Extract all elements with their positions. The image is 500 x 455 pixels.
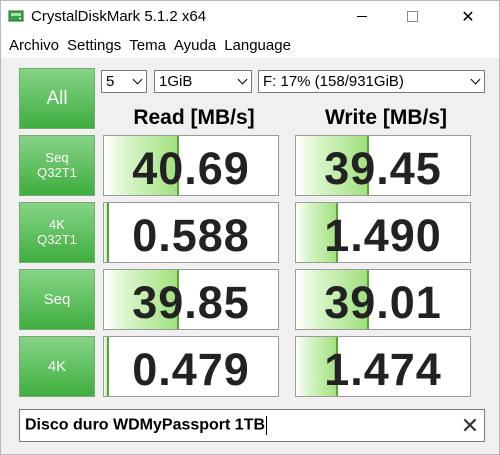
write-header: Write [MB/s] [324, 106, 448, 129]
window-title: CrystalDiskMark 5.1.2 x64 [31, 8, 207, 25]
read-result-seq: 39.85 [103, 269, 279, 330]
maximize-button[interactable] [389, 1, 435, 32]
4k-button[interactable]: 4K [19, 336, 95, 397]
run-all-button[interactable]: All [19, 68, 95, 129]
test-count-value: 5 [106, 73, 115, 90]
test-size-value: 1GiB [159, 73, 193, 90]
write-result-4k: 1.474 [295, 336, 471, 397]
test-size-select[interactable]: 1GiB [154, 70, 252, 93]
read-value: 0.479 [132, 344, 250, 395]
minimize-icon [357, 16, 367, 17]
drive-select[interactable]: F: 17% (158/931GiB) [258, 70, 485, 93]
menu-language[interactable]: Language [220, 37, 295, 54]
disk-icon [8, 10, 24, 22]
chevron-down-icon [466, 71, 484, 92]
read-result-4k-q32t1: 0.588 [103, 202, 279, 263]
minimize-button[interactable] [339, 1, 385, 32]
chevron-down-icon [233, 71, 251, 92]
write-value: 1.474 [324, 344, 442, 395]
write-value: 1.490 [324, 210, 442, 261]
drive-value: F: 17% (158/931GiB) [263, 73, 404, 90]
test-label-line2: Q32T1 [37, 231, 77, 247]
test-label-line1: 4K [47, 357, 67, 375]
read-header: Read [MB/s] [133, 106, 255, 129]
test-label-line1: Seq [43, 290, 71, 308]
test-label-line2: Q32T1 [37, 164, 77, 180]
test-label-line1: Seq [45, 149, 69, 165]
comment-field[interactable]: Disco duro WDMyPassport 1TB ✕ [19, 409, 485, 442]
comment-text: Disco duro WDMyPassport 1TB [25, 416, 456, 435]
write-value: 39.45 [324, 143, 442, 194]
title-bar: CrystalDiskMark 5.1.2 x64 ✕ [1, 1, 499, 32]
test-count-select[interactable]: 5 [101, 70, 147, 93]
menu-tema[interactable]: Tema [125, 37, 170, 54]
read-result-4k: 0.479 [103, 336, 279, 397]
app-window: CrystalDiskMark 5.1.2 x64 ✕ Archivo Sett… [0, 0, 500, 455]
write-result-4k-q32t1: 1.490 [295, 202, 471, 263]
menu-bar: Archivo Settings Tema Ayuda Language [1, 32, 499, 58]
clear-icon[interactable]: ✕ [456, 412, 484, 440]
close-icon: ✕ [461, 8, 475, 26]
seq-q32t1-button[interactable]: Seq Q32T1 [19, 135, 95, 196]
write-result-seq: 39.01 [295, 269, 471, 330]
read-value: 39.85 [132, 277, 250, 328]
main-panel: All 5 1GiB F: 17% (158/931GiB) Read [MB/… [1, 58, 499, 454]
maximize-icon [406, 11, 418, 22]
write-value: 39.01 [324, 277, 442, 328]
menu-archivo[interactable]: Archivo [5, 37, 63, 54]
read-value: 0.588 [132, 210, 250, 261]
write-result-seq-q32t1: 39.45 [295, 135, 471, 196]
test-label-line1: 4K [49, 216, 65, 232]
menu-ayuda[interactable]: Ayuda [170, 37, 220, 54]
read-value: 40.69 [132, 143, 250, 194]
text-caret [266, 416, 268, 435]
menu-settings[interactable]: Settings [63, 37, 125, 54]
read-result-seq-q32t1: 40.69 [103, 135, 279, 196]
close-button[interactable]: ✕ [445, 1, 491, 32]
comment-value: Disco duro WDMyPassport 1TB [25, 416, 266, 434]
4k-q32t1-button[interactable]: 4K Q32T1 [19, 202, 95, 263]
chevron-down-icon [128, 71, 146, 92]
seq-button[interactable]: Seq [19, 269, 95, 330]
